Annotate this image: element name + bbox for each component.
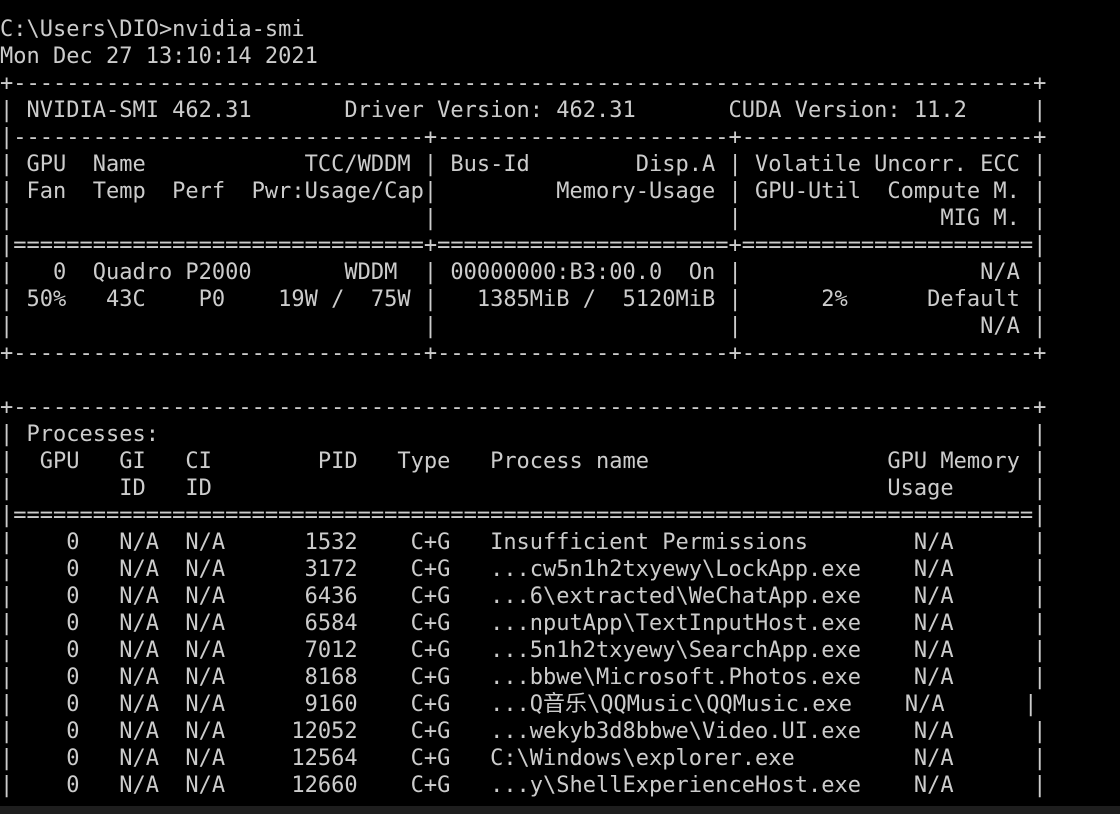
terminal-window[interactable]: C:\Users\DIO>nvidia-smi Mon Dec 27 13:10… — [0, 16, 1120, 814]
column-header-line-2: | Fan Temp Perf Pwr:Usage/Cap| Memory-Us… — [0, 179, 1047, 204]
table-border-top: +---------------------------------------… — [0, 71, 1047, 96]
column-header-line-3: | | | MIG M. | — [0, 206, 1047, 231]
gpu-row-line-1: | 0 Quadro P2000 WDDM | 00000000:B3:00.0… — [0, 260, 1047, 285]
processes-header-separator: |=======================================… — [0, 503, 1047, 528]
version-header-line: | NVIDIA-SMI 462.31 Driver Version: 462.… — [0, 98, 1047, 123]
process-row: | 0 N/A N/A 6436 C+G ...6\extracted\WeCh… — [0, 584, 1047, 609]
processes-column-header-1: | GPU GI CI PID Type Process name GPU Me… — [0, 449, 1047, 474]
table-border-bottom: +-------------------------------+-------… — [0, 341, 1047, 366]
gpu-summary-table: +---------------------------------------… — [0, 70, 1120, 367]
process-row: | 0 N/A N/A 8168 C+G ...bbwe\Microsoft.P… — [0, 665, 1047, 690]
timestamp: Mon Dec 27 13:10:14 2021 — [0, 44, 318, 69]
table-separator: |-------------------------------+-------… — [0, 125, 1047, 150]
process-row: | 0 N/A N/A 6584 C+G ...nputApp\TextInpu… — [0, 611, 1047, 636]
column-header-line-1: | GPU Name TCC/WDDM | Bus-Id Disp.A | Vo… — [0, 152, 1047, 177]
column-header-separator: |===============================+=======… — [0, 233, 1047, 258]
gpu-row-line-2: | 50% 43C P0 19W / 75W | 1385MiB / 5120M… — [0, 287, 1047, 312]
processes-column-header-2: | ID ID Usage | — [0, 476, 1047, 501]
window-bottom-edge — [0, 806, 1120, 814]
process-row: | 0 N/A N/A 12052 C+G ...wekyb3d8bbwe\Vi… — [0, 719, 1047, 744]
processes-table: +---------------------------------------… — [0, 394, 1120, 799]
command-prompt: C:\Users\DIO>nvidia-smi — [0, 17, 305, 42]
process-row: | 0 N/A N/A 3172 C+G ...cw5n1h2txyewy\Lo… — [0, 557, 1047, 582]
process-row: | 0 N/A N/A 1532 C+G Insufficient Permis… — [0, 530, 1047, 555]
process-row: | 0 N/A N/A 7012 C+G ...5n1h2txyewy\Sear… — [0, 638, 1047, 663]
gpu-row-line-3: | | | N/A | — [0, 314, 1047, 339]
process-row: | 0 N/A N/A 12564 C+G C:\Windows\explore… — [0, 746, 1047, 771]
processes-border-top: +---------------------------------------… — [0, 395, 1047, 420]
processes-title: | Processes: | — [0, 422, 1047, 447]
process-row: | 0 N/A N/A 9160 C+G ...Q音乐\QQMusic\QQMu… — [0, 692, 1038, 717]
process-row: | 0 N/A N/A 12660 C+G ...y\ShellExperien… — [0, 773, 1047, 798]
